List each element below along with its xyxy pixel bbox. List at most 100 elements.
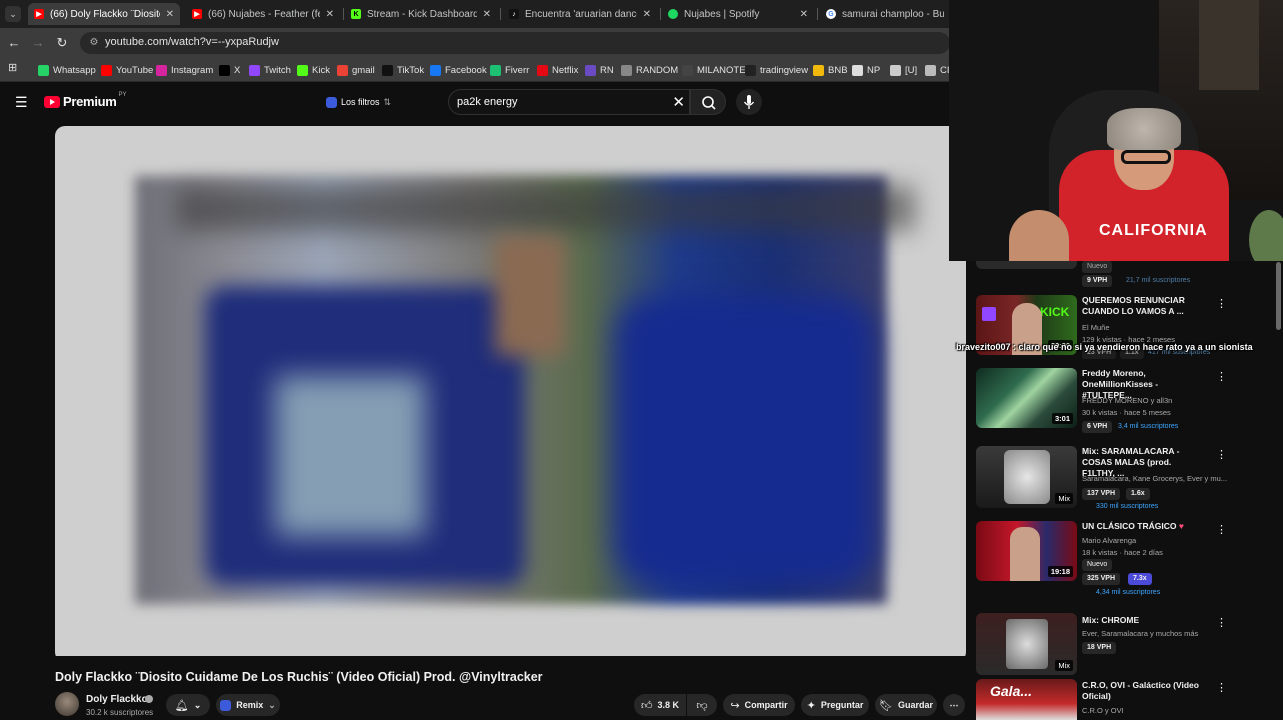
bookmark-facebook[interactable]: Facebook [430,63,487,77]
search-value: pa2k energy [457,96,518,108]
video-thumbnail[interactable]: 19:18 [976,521,1077,581]
search-input[interactable]: pa2k energy ✕ [448,89,690,115]
share-button[interactable]: ↪ Compartir [723,694,795,716]
verified-badge-icon [145,695,153,703]
bookmark-milanote[interactable]: MILANOTE [682,63,746,77]
tab-kick-dashboard[interactable]: K Stream - Kick Dashboard ✕ [345,3,497,25]
bookmark-label: Fiverr [505,64,530,76]
youtube-premium-logo[interactable]: Premium PY [44,92,127,109]
more-vertical-icon[interactable]: ⋮ [1216,523,1227,536]
apps-grid-icon[interactable]: ⊞ [8,63,19,74]
bookmark-label: RN [600,64,614,76]
tab-tiktok-search[interactable]: ♪ Encuentra 'aruarian dance' en T ✕ [503,3,657,25]
more-actions-button[interactable]: ⋯ [943,694,965,716]
save-label: Guardar [897,700,933,710]
video-thumbnail[interactable]: Gala... [976,679,1077,720]
bookmark-rn[interactable]: RN [585,63,614,77]
video-title: QUEREMOS RENUNCIAR CUANDO LO VAMOS A ... [1082,295,1185,316]
video-player[interactable] [55,126,966,662]
forward-arrow-icon[interactable]: → [30,35,46,51]
search-button[interactable] [690,89,726,115]
tab-search-button[interactable]: ⌄ [5,6,21,22]
bookmark-gmail[interactable]: gmail [337,63,375,77]
album-art-image [1006,619,1048,669]
channel-avatar[interactable] [55,692,79,716]
tab-doly-flackko[interactable]: ▶ (66) Doly Flackko ¨Diosito Cuid ✕ [28,3,180,25]
bookmark-random[interactable]: RANDOM [621,63,678,77]
bookmark-instagram[interactable]: Instagram [156,63,213,77]
tab-google-search[interactable]: G samurai champloo - Buscar co [820,3,950,25]
bookmark-kick[interactable]: Kick [297,63,330,77]
close-icon[interactable]: ✕ [166,9,174,20]
gmail-icon [337,64,348,76]
cii-icon [925,64,936,76]
bookmark-u[interactable]: [U] [890,63,917,77]
tab-spotify[interactable]: Nujabes | Spotify ✕ [662,3,814,25]
url-field[interactable]: ⚙ youtube.com/watch?v=--yxpaRudjw [80,32,950,54]
bookmark-bnb[interactable]: BNB [813,63,848,77]
bookmark-netflix[interactable]: Netflix [537,63,578,77]
channel-name[interactable]: Doly Flackko [86,694,148,705]
notifications-bell-button[interactable]: 🔔︎ ⌄ [166,694,210,716]
video-progress-bar[interactable] [55,656,966,662]
video-thumbnail[interactable]: Mix [976,613,1077,675]
filters-button[interactable]: Los filtros ⇅ [326,93,391,111]
like-button[interactable]: 👍︎ 3.8 K [634,694,686,716]
tab-nujabes-feather[interactable]: ▶ (66) Nujabes - Feather (feat. Ci ✕ [186,3,340,25]
bookmark-tiktok[interactable]: TikTok [382,63,424,77]
thumbnail-text-image: Gala... [990,683,1033,699]
ask-button[interactable]: ✦ Preguntar [801,694,869,716]
mix-badge: Mix [1055,493,1073,504]
tab-title: Stream - Kick Dashboard [367,8,477,20]
bookmark-twitch[interactable]: Twitch [249,63,291,77]
kick-logo-image: KICK [1040,305,1070,319]
close-icon[interactable]: ✕ [326,9,334,20]
hamburger-menu-icon[interactable]: ☰ [15,94,28,111]
more-vertical-icon[interactable]: ⋮ [1216,370,1227,383]
twitch-icon [249,64,260,76]
bookmark-label: X [234,64,241,76]
clear-search-icon[interactable]: ✕ [672,93,685,111]
bookmark-x[interactable]: X [219,63,240,77]
tab-title: samurai champloo - Buscar co [842,8,944,20]
chat-text: claro que no si ya vendieron hace rato y… [1018,342,1253,352]
more-vertical-icon[interactable]: ⋮ [1216,448,1227,461]
reload-icon[interactable]: ↻ [54,35,70,51]
bnb-icon [813,64,824,76]
more-vertical-icon[interactable]: ⋮ [1216,616,1227,629]
list-item[interactable]: Mix Mix: CHROME Ever, Saramalacara y muc… [976,611,1266,675]
video-thumbnail[interactable]: Mix [976,446,1077,508]
bookmark-fiverr[interactable]: Fiverr [490,63,529,77]
ask-label: Preguntar [820,700,864,710]
thumbs-down-icon: 👎︎ [696,699,708,712]
facebook-icon [430,64,441,76]
channel-name: FREDDY MORENO y all3n [1082,396,1173,405]
remix-button[interactable]: Remix ⌄ [216,694,280,716]
video-thumbnail[interactable]: 3:01 [976,368,1077,428]
close-icon[interactable]: ✕ [643,9,651,20]
bookmark-np[interactable]: NP [852,63,880,77]
back-arrow-icon[interactable]: ← [6,35,22,51]
bookmark-whatsapp[interactable]: Whatsapp [38,63,96,77]
sidebar-scrollbar[interactable] [1276,262,1281,330]
list-item[interactable]: 19:18 UN CLÁSICO TRÁGICO ♥ Mario Alvaren… [976,521,1266,599]
list-item[interactable]: Mix Mix: SARAMALACARA - COSAS MALAS (pro… [976,446,1266,516]
heart-icon: ♥ [1178,521,1184,531]
microphone-icon [743,95,755,109]
bookmark-tradingview[interactable]: tradingview [745,63,808,77]
save-button[interactable]: 🔖︎ Guardar [875,694,937,716]
dislike-button[interactable]: 👎︎ [687,694,717,716]
voice-search-button[interactable] [736,89,762,115]
more-vertical-icon[interactable]: ⋮ [1216,297,1227,310]
bookmark-youtube[interactable]: YouTube [101,63,153,77]
bookmark-label: [U] [905,64,918,76]
more-vertical-icon[interactable]: ⋮ [1216,681,1227,694]
whatsapp-icon [38,64,49,76]
list-item[interactable]: 3:01 Freddy Moreno, OneMillionKisses - #… [976,368,1266,433]
close-icon[interactable]: ✕ [800,9,808,20]
np-icon [852,64,863,76]
list-item[interactable]: Gala... C.R.O, OVI - Galáctico (Video Of… [976,679,1266,720]
close-icon[interactable]: ✕ [483,9,491,20]
tab-separator [500,8,501,20]
site-info-icon[interactable]: ⚙ [88,37,100,49]
